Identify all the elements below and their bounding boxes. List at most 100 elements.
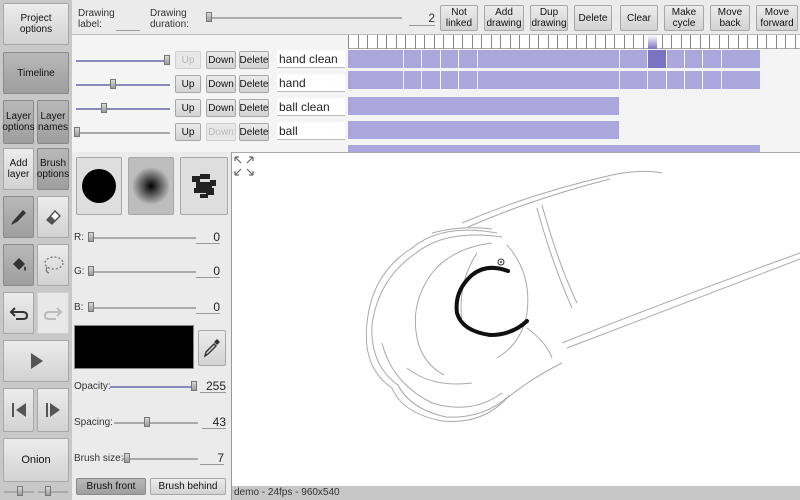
b-value[interactable]: 0 bbox=[196, 300, 220, 314]
layer-up-button[interactable]: Up bbox=[175, 75, 201, 93]
layer-up-button[interactable]: Up bbox=[175, 123, 201, 141]
onion-after-knob[interactable] bbox=[45, 486, 51, 496]
undo-button[interactable] bbox=[3, 292, 34, 334]
drawing-cell[interactable] bbox=[703, 50, 721, 68]
timeline-button[interactable]: Timeline bbox=[3, 52, 69, 94]
delete-drawing-button[interactable]: Delete bbox=[574, 5, 612, 31]
onion-before-knob[interactable] bbox=[17, 486, 23, 496]
layer-name[interactable]: hand bbox=[277, 74, 345, 92]
drawing-label-field[interactable] bbox=[116, 30, 140, 31]
layer-options-button[interactable]: Layer options bbox=[2, 100, 35, 144]
onion-button[interactable]: Onion bbox=[3, 438, 69, 482]
drawing-cell[interactable] bbox=[722, 71, 760, 89]
drawing-cell[interactable] bbox=[685, 50, 702, 68]
layer-name[interactable]: ball clean bbox=[277, 98, 345, 116]
brush-soft-round[interactable] bbox=[128, 157, 174, 215]
drawing-duration-knob[interactable] bbox=[206, 12, 212, 22]
opacity-slider-knob[interactable] bbox=[191, 381, 197, 391]
drawing-cell[interactable] bbox=[667, 71, 684, 89]
drawing-cell[interactable] bbox=[348, 121, 619, 139]
drawing-cell[interactable] bbox=[459, 50, 477, 68]
drawing-cell[interactable] bbox=[404, 71, 421, 89]
drawing-cell[interactable] bbox=[459, 71, 477, 89]
g-slider[interactable] bbox=[88, 271, 196, 273]
drawing-cell[interactable] bbox=[441, 50, 458, 68]
layer-down-button[interactable]: Down bbox=[206, 75, 236, 93]
drawing-cell[interactable] bbox=[478, 50, 619, 68]
layer-opacity-knob[interactable] bbox=[74, 127, 80, 137]
r-slider-knob[interactable] bbox=[88, 232, 94, 242]
layer-opacity-knob[interactable] bbox=[101, 103, 107, 113]
drawing-duration-slider[interactable] bbox=[206, 17, 402, 19]
drawing-cell[interactable] bbox=[348, 145, 760, 152]
fill-tool-button[interactable] bbox=[3, 244, 34, 286]
drawing-canvas[interactable] bbox=[232, 152, 800, 500]
layer-down-button[interactable]: Down bbox=[206, 51, 236, 69]
drawing-cell[interactable] bbox=[667, 50, 684, 68]
layer-opacity-slider[interactable] bbox=[76, 60, 170, 62]
drawing-cell[interactable] bbox=[722, 50, 760, 68]
drawing-cell[interactable] bbox=[478, 71, 619, 89]
r-slider[interactable] bbox=[88, 237, 196, 239]
opacity-value[interactable]: 255 bbox=[200, 379, 226, 393]
b-slider-knob[interactable] bbox=[88, 302, 94, 312]
drawing-duration-value[interactable]: 2 bbox=[409, 11, 435, 26]
spacing-slider-knob[interactable] bbox=[144, 417, 150, 427]
layer-name[interactable]: hand clean bbox=[277, 50, 345, 68]
brush-options-button[interactable]: Brush options bbox=[37, 148, 69, 190]
layer-down-button[interactable]: Down bbox=[206, 123, 236, 141]
layer-opacity-knob[interactable] bbox=[110, 79, 116, 89]
not-linked-button[interactable]: Not linked bbox=[440, 5, 478, 31]
layer-delete-button[interactable]: Delete bbox=[239, 123, 269, 141]
lasso-tool-button[interactable] bbox=[37, 244, 69, 286]
previous-frame-button[interactable] bbox=[3, 388, 34, 432]
project-options-button[interactable]: Project options bbox=[3, 3, 69, 45]
layer-opacity-slider[interactable] bbox=[76, 84, 170, 86]
onion-after-slider[interactable] bbox=[38, 491, 68, 493]
layer-delete-button[interactable]: Delete bbox=[239, 75, 269, 93]
drawing-cell[interactable] bbox=[422, 50, 440, 68]
redo-button[interactable] bbox=[37, 292, 69, 334]
layer-up-button[interactable]: Up bbox=[175, 51, 201, 69]
opacity-slider[interactable] bbox=[110, 386, 196, 388]
brush-front-button[interactable]: Brush front bbox=[76, 478, 146, 495]
next-frame-button[interactable] bbox=[37, 388, 69, 432]
drawing-cell[interactable] bbox=[703, 71, 721, 89]
drawing-cell[interactable] bbox=[685, 71, 702, 89]
drawing-cell[interactable] bbox=[422, 71, 440, 89]
drawing-cell[interactable] bbox=[348, 71, 403, 89]
move-back-button[interactable]: Move back bbox=[710, 5, 750, 31]
add-drawing-button[interactable]: Add drawing bbox=[484, 5, 524, 31]
b-slider[interactable] bbox=[88, 307, 196, 309]
g-slider-knob[interactable] bbox=[88, 266, 94, 276]
move-forward-button[interactable]: Move forward bbox=[756, 5, 798, 31]
brush-behind-button[interactable]: Brush behind bbox=[150, 478, 226, 495]
layer-opacity-slider[interactable] bbox=[76, 132, 170, 134]
g-value[interactable]: 0 bbox=[196, 264, 220, 278]
brush-size-slider[interactable] bbox=[122, 458, 198, 460]
spacing-value[interactable]: 43 bbox=[202, 415, 226, 429]
drawing-cell[interactable] bbox=[620, 50, 647, 68]
drawing-cell[interactable] bbox=[348, 97, 619, 115]
layer-opacity-knob[interactable] bbox=[164, 55, 170, 65]
drawing-cell[interactable] bbox=[648, 50, 666, 68]
layer-names-button[interactable]: Layer names bbox=[37, 100, 69, 144]
add-layer-button[interactable]: Add layer bbox=[3, 148, 34, 190]
layer-delete-button[interactable]: Delete bbox=[239, 99, 269, 117]
layer-down-button[interactable]: Down bbox=[206, 99, 236, 117]
eyedropper-button[interactable] bbox=[198, 330, 226, 366]
brush-tool-button[interactable] bbox=[3, 196, 34, 238]
dup-drawing-button[interactable]: Dup drawing bbox=[530, 5, 568, 31]
brush-texture[interactable] bbox=[180, 157, 228, 215]
r-value[interactable]: 0 bbox=[196, 230, 220, 244]
frame-ruler[interactable]: 1 bbox=[348, 35, 800, 49]
drawing-cell[interactable] bbox=[648, 71, 666, 89]
drawing-cell[interactable] bbox=[620, 71, 647, 89]
layer-delete-button[interactable]: Delete bbox=[239, 51, 269, 69]
layer-up-button[interactable]: Up bbox=[175, 99, 201, 117]
play-button[interactable] bbox=[3, 340, 69, 382]
drawing-cell[interactable] bbox=[441, 71, 458, 89]
clear-button[interactable]: Clear bbox=[620, 5, 658, 31]
brush-hard-round[interactable] bbox=[76, 157, 122, 215]
brush-size-slider-knob[interactable] bbox=[124, 453, 130, 463]
